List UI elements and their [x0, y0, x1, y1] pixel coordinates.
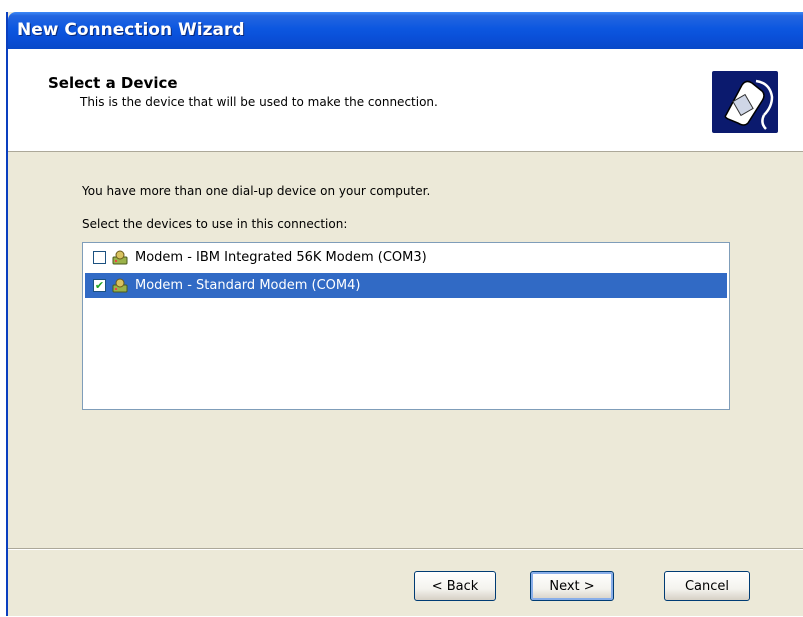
devices-label: Select the devices to use in this connec… — [82, 217, 348, 231]
wizard-header: Select a Device This is the device that … — [8, 49, 803, 152]
device-item-standard-modem[interactable]: ✔ Modem - Standard Modem (COM4) — [85, 273, 727, 298]
device-listbox[interactable]: Modem - IBM Integrated 56K Modem (COM3) … — [82, 242, 730, 410]
device-label: Modem - Standard Modem (COM4) — [135, 278, 361, 293]
window-title: New Connection Wizard — [17, 20, 245, 40]
cancel-button[interactable]: Cancel — [664, 571, 750, 601]
modem-icon — [112, 278, 128, 292]
title-bar[interactable]: New Connection Wizard — [8, 12, 803, 49]
back-button[interactable]: < Back — [414, 571, 496, 601]
telephone-handset-icon — [712, 71, 778, 133]
device-checkbox-checked[interactable]: ✔ — [93, 279, 106, 292]
next-button[interactable]: Next > — [530, 571, 614, 601]
device-label: Modem - IBM Integrated 56K Modem (COM3) — [135, 250, 427, 265]
wizard-window: New Connection Wizard Select a Device Th… — [6, 12, 803, 616]
page-title: Select a Device — [48, 74, 178, 92]
wizard-body: You have more than one dial-up device on… — [8, 152, 803, 548]
modem-icon — [112, 250, 128, 264]
intro-text: You have more than one dial-up device on… — [82, 184, 431, 198]
device-checkbox[interactable] — [93, 251, 106, 264]
page-subtitle: This is the device that will be used to … — [80, 95, 438, 109]
device-item-ibm-modem[interactable]: Modem - IBM Integrated 56K Modem (COM3) — [85, 245, 727, 270]
wizard-footer: < Back Next > Cancel — [8, 548, 803, 617]
